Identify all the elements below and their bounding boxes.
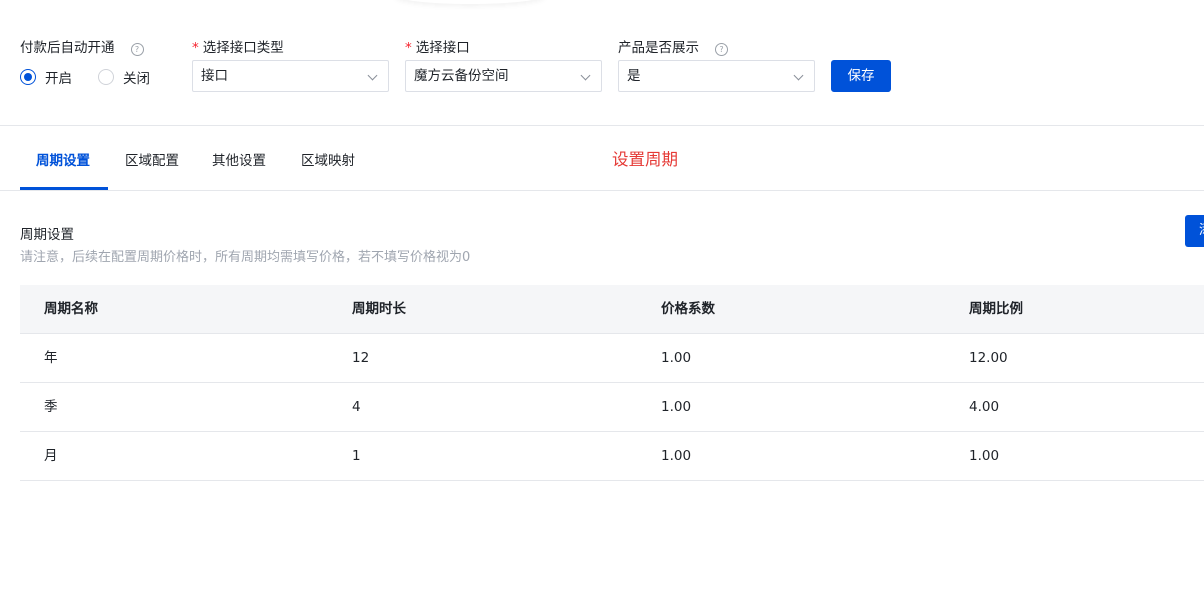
product-display-value: 是 — [627, 68, 641, 84]
help-circle-icon[interactable]: ? — [715, 43, 728, 56]
help-circle-icon[interactable]: ? — [130, 43, 144, 56]
interface-value: 魔方云备份空间 — [414, 68, 509, 84]
cell-price-factor: 1.00 — [661, 448, 692, 464]
annotation-text: 设置周期 — [612, 150, 678, 169]
add-cycle-button[interactable]: 添 — [1185, 215, 1204, 247]
interface-label-text: 选择接口 — [415, 40, 470, 56]
interface-type-label: * 选择接口类型 — [192, 36, 284, 56]
cell-price-factor: 1.00 — [661, 350, 692, 366]
cell-cycle-ratio: 4.00 — [969, 399, 1000, 415]
product-display-label: 产品是否展示? — [618, 36, 728, 56]
table-row: 月 1 1.00 1.00 — [20, 432, 1204, 481]
cell-cycle-duration: 4 — [352, 399, 361, 415]
chevron-down-icon — [793, 70, 804, 81]
header-price-factor: 价格系数 — [661, 301, 715, 317]
table-row: 年 12 1.00 12.00 — [20, 334, 1204, 383]
interface-label: * 选择接口 — [405, 36, 470, 56]
tabs-divider — [0, 190, 1204, 191]
table-row: 季 4 1.00 4.00 — [20, 383, 1204, 432]
product-display-label-text: 产品是否展示 — [618, 40, 699, 56]
radio-disable[interactable]: 关闭 — [98, 67, 150, 87]
product-display-select[interactable]: 是 — [618, 60, 815, 92]
header-divider — [0, 125, 1204, 126]
interface-type-value: 接口 — [201, 68, 228, 84]
section-note: 请注意，后续在配置周期价格时，所有周期均需填写价格，若不填写价格视为0 — [20, 250, 471, 265]
radio-enable[interactable]: 开启 — [20, 67, 72, 87]
auto-open-label-text: 付款后自动开通 — [20, 40, 115, 56]
cell-cycle-duration: 12 — [352, 350, 370, 366]
cell-price-factor: 1.00 — [661, 399, 692, 415]
interface-type-select[interactable]: 接口 — [192, 60, 389, 92]
chevron-down-icon — [367, 70, 378, 81]
cycle-table: 周期名称 周期时长 价格系数 周期比例 年 12 1.00 12.00 季 4 … — [20, 285, 1204, 481]
top-decoration — [395, 0, 545, 4]
required-mark: * — [405, 40, 412, 56]
tab-region-mapping[interactable]: 区域映射 — [301, 149, 355, 169]
tab-cycle-settings[interactable]: 周期设置 — [36, 149, 90, 169]
tab-other-settings[interactable]: 其他设置 — [212, 149, 266, 169]
cell-cycle-ratio: 1.00 — [969, 448, 1000, 464]
cell-cycle-ratio: 12.00 — [969, 350, 1008, 366]
cell-cycle-name: 季 — [44, 399, 58, 415]
required-mark: * — [192, 40, 199, 56]
chevron-down-icon — [580, 70, 591, 81]
interface-select[interactable]: 魔方云备份空间 — [405, 60, 602, 92]
tab-region-config[interactable]: 区域配置 — [125, 149, 179, 169]
cell-cycle-duration: 1 — [352, 448, 361, 464]
radio-checked-icon — [20, 69, 36, 85]
radio-enable-label: 开启 — [45, 71, 72, 87]
radio-unchecked-icon — [98, 69, 114, 85]
cell-cycle-name: 月 — [44, 448, 58, 464]
section-title: 周期设置 — [20, 227, 74, 243]
auto-open-label: 付款后自动开通? — [20, 36, 144, 56]
save-button[interactable]: 保存 — [831, 60, 891, 92]
header-cycle-duration: 周期时长 — [352, 301, 406, 317]
radio-disable-label: 关闭 — [123, 71, 150, 87]
table-header: 周期名称 周期时长 价格系数 周期比例 — [20, 285, 1204, 334]
header-cycle-ratio: 周期比例 — [969, 301, 1023, 317]
interface-type-label-text: 选择接口类型 — [202, 40, 284, 56]
header-cycle-name: 周期名称 — [44, 301, 98, 317]
cell-cycle-name: 年 — [44, 350, 58, 366]
